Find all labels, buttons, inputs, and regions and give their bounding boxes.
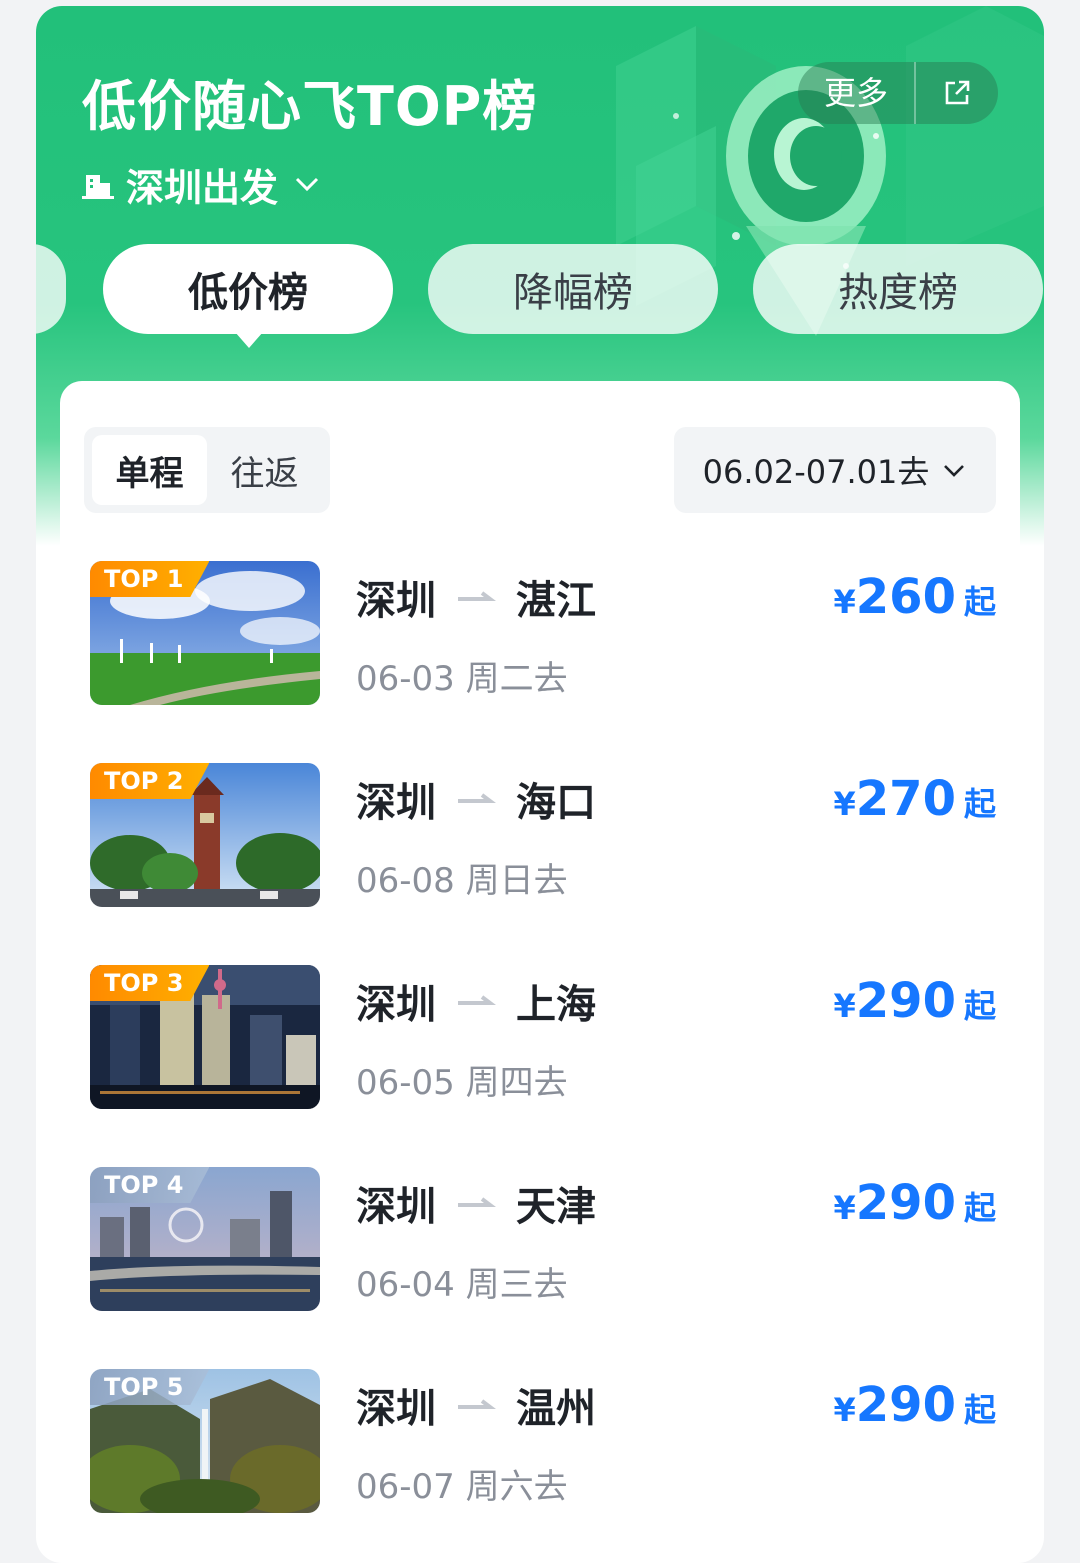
departure-date: 06-07 周六去	[356, 1467, 568, 1507]
destination-city: 海口	[516, 780, 596, 826]
departure-date: 06-05 周四去	[356, 1063, 568, 1103]
trip-type-toggle: 单程 往返	[84, 427, 330, 513]
list-item[interactable]: TOP 2 深圳 海口 06-08 周日去 ¥ 270 起	[84, 761, 996, 911]
tab-low-price[interactable]: 低价榜	[103, 244, 393, 334]
price-suffix: 起	[963, 987, 996, 1025]
ranking-card: 低价随心飞TOP榜 深圳出发 更多 低价榜 降幅榜 热度榜 单程 往返 06.0…	[36, 6, 1044, 1563]
building-icon	[82, 175, 114, 199]
price-amount: 260	[855, 569, 956, 625]
rank-badge: TOP 1	[90, 561, 210, 597]
price: ¥ 290 起	[834, 973, 996, 1033]
destination-photo: TOP 3	[90, 965, 320, 1109]
arrow-right-icon	[458, 1399, 496, 1409]
price-suffix: 起	[963, 1189, 996, 1227]
price-amount: 290	[855, 973, 956, 1029]
arrow-right-icon	[458, 591, 496, 601]
price: ¥ 270 起	[834, 771, 996, 831]
chevron-down-icon	[295, 177, 319, 192]
rank-badge: TOP 5	[90, 1369, 210, 1405]
list-item[interactable]: TOP 3 深圳 上海 06-05 周四去 ¥ 290 起	[84, 963, 996, 1113]
route: 深圳 温州	[356, 1377, 596, 1433]
departure-date: 06-04 周三去	[356, 1265, 568, 1305]
origin-city: 深圳	[356, 982, 436, 1028]
rank-badge: TOP 2	[90, 763, 210, 799]
tab-popularity[interactable]: 热度榜	[753, 244, 1043, 334]
list-item[interactable]: TOP 4 深圳 天津 06-04 周三去 ¥ 290 起	[84, 1165, 996, 1315]
date-range-select[interactable]: 06.02-07.01去	[674, 427, 996, 513]
price-amount: 290	[855, 1175, 956, 1231]
origin-city: 深圳	[356, 578, 436, 624]
destination-city: 湛江	[516, 578, 596, 624]
share-button[interactable]	[916, 62, 998, 124]
price-amount: 290	[855, 1377, 956, 1433]
route: 深圳 天津	[356, 1175, 596, 1231]
price-suffix: 起	[963, 1391, 996, 1429]
departure-city-select[interactable]: 深圳出发	[82, 156, 322, 212]
price: ¥ 260 起	[834, 569, 996, 629]
currency-symbol: ¥	[833, 1189, 856, 1227]
route: 深圳 海口	[356, 771, 596, 827]
currency-symbol: ¥	[833, 987, 856, 1025]
origin-city: 深圳	[356, 1184, 436, 1230]
rank-badge: TOP 3	[90, 965, 210, 1001]
destination-photo: TOP 1	[90, 561, 320, 705]
currency-symbol: ¥	[833, 785, 856, 823]
one-way-option[interactable]: 单程	[92, 435, 207, 505]
date-range-label: 06.02-07.01去	[702, 453, 930, 491]
departure-city-label: 深圳出发	[126, 165, 279, 210]
destination-photo: TOP 4	[90, 1167, 320, 1311]
rank-badge: TOP 4	[90, 1167, 210, 1203]
tab-partial[interactable]	[36, 244, 66, 334]
currency-symbol: ¥	[833, 1391, 856, 1429]
currency-symbol: ¥	[833, 583, 856, 621]
price: ¥ 290 起	[834, 1175, 996, 1235]
ranking-panel: 单程 往返 06.02-07.01去 TOP 1 深圳 湛江 06-03 周二去…	[60, 381, 1020, 1563]
destination-city: 上海	[516, 982, 596, 1028]
list-item[interactable]: TOP 5 深圳 温州 06-07 周六去 ¥ 290 起	[84, 1367, 996, 1517]
arrow-right-icon	[458, 793, 496, 803]
list-item[interactable]: TOP 1 深圳 湛江 06-03 周二去 ¥ 260 起	[84, 559, 996, 709]
route: 深圳 湛江	[356, 569, 596, 625]
chevron-down-icon	[944, 465, 965, 477]
price: ¥ 290 起	[834, 1377, 996, 1437]
share-icon	[945, 80, 970, 105]
active-tab-pointer	[235, 332, 263, 348]
route: 深圳 上海	[356, 973, 596, 1029]
page-title: 低价随心飞TOP榜	[82, 75, 538, 138]
price-suffix: 起	[963, 583, 996, 621]
tab-price-drop[interactable]: 降幅榜	[428, 244, 718, 334]
departure-date: 06-03 周二去	[356, 659, 568, 699]
destination-photo: TOP 5	[90, 1369, 320, 1513]
arrow-right-icon	[458, 995, 496, 1005]
header-actions: 更多	[798, 62, 998, 124]
round-trip-option[interactable]: 往返	[207, 435, 322, 505]
origin-city: 深圳	[356, 1386, 436, 1432]
destination-city: 天津	[516, 1184, 596, 1230]
origin-city: 深圳	[356, 780, 436, 826]
destination-city: 温州	[516, 1386, 596, 1432]
departure-date: 06-08 周日去	[356, 861, 568, 901]
more-button[interactable]: 更多	[798, 62, 914, 124]
arrow-right-icon	[458, 1197, 496, 1207]
price-amount: 270	[855, 771, 956, 827]
price-suffix: 起	[963, 785, 996, 823]
destination-photo: TOP 2	[90, 763, 320, 907]
